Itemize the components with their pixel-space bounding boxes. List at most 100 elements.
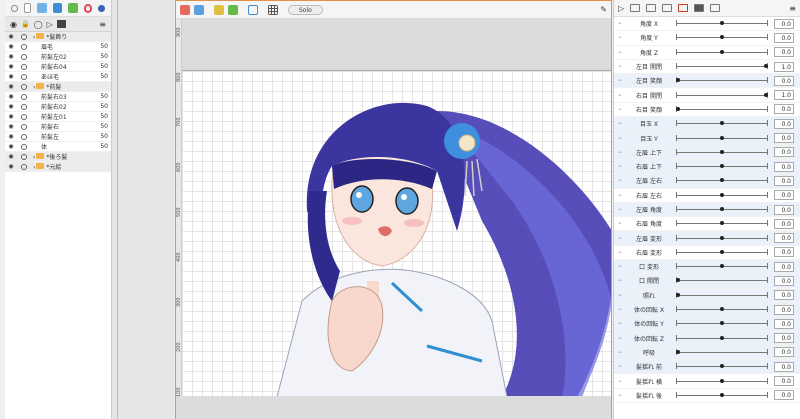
parameter-value-field[interactable]: 0.0 xyxy=(774,290,794,301)
parameter-value-field[interactable]: 0.0 xyxy=(774,233,794,244)
slider-knob[interactable] xyxy=(676,292,680,297)
mesh-icon[interactable] xyxy=(37,3,47,13)
parameter-link-icon[interactable]: ⌁ xyxy=(618,120,626,127)
parameter-slider[interactable] xyxy=(676,177,768,184)
parameter-slider[interactable] xyxy=(676,263,768,270)
slider-knob[interactable] xyxy=(720,121,724,126)
parameter-link-icon[interactable]: ⌁ xyxy=(618,163,626,170)
visibility-eye-icon[interactable]: ◉ xyxy=(7,73,15,80)
parameter-row[interactable]: ⌁ 左目 開閉 1.0 xyxy=(614,60,800,75)
parameter-value-field[interactable]: 0.0 xyxy=(774,47,794,58)
slider-knob[interactable] xyxy=(764,92,768,97)
parameter-link-icon[interactable]: ⌁ xyxy=(618,177,626,184)
parameter-link-icon[interactable]: ⌁ xyxy=(618,63,626,70)
parameter-slider[interactable] xyxy=(676,20,768,27)
parameter-slider[interactable] xyxy=(676,377,768,384)
slider-knob[interactable] xyxy=(720,192,724,197)
slider-knob[interactable] xyxy=(720,307,724,312)
slider-knob[interactable] xyxy=(720,35,724,40)
visibility-eye-icon[interactable]: ◉ xyxy=(7,63,15,70)
parameter-slider[interactable] xyxy=(676,291,768,298)
parameter-value-field[interactable]: 0.0 xyxy=(774,133,794,144)
slider-knob[interactable] xyxy=(676,78,680,83)
parameter-value-field[interactable]: 0.0 xyxy=(774,261,794,272)
lock-toggle-icon[interactable] xyxy=(21,43,27,50)
parameter-slider[interactable] xyxy=(676,206,768,212)
parameter-slider[interactable] xyxy=(676,77,768,84)
layer-row[interactable]: ◉ › *前髪 xyxy=(5,82,111,92)
parameter-link-icon[interactable]: ⌁ xyxy=(618,92,626,99)
lock-toggle-icon[interactable] xyxy=(21,123,27,130)
deform-tool-icon[interactable] xyxy=(180,4,190,15)
slider-knob[interactable] xyxy=(720,264,724,269)
canvas-view[interactable]: Solo ✎ 900 800 700 600 500 400 300 200 100 xyxy=(175,0,612,419)
parameter-row[interactable]: ⌁ 呼吸 0.0 xyxy=(614,345,800,361)
slider-knob[interactable] xyxy=(676,278,680,283)
key-right-icon[interactable] xyxy=(662,4,673,12)
parameter-value-field[interactable]: 0.0 xyxy=(774,190,794,201)
solo-button[interactable]: Solo xyxy=(288,4,323,15)
layer-row[interactable]: ◉ 前髪右 50 xyxy=(5,122,111,132)
layer-row[interactable]: ◉ 前髪右02 50 xyxy=(5,102,111,112)
slider-knob[interactable] xyxy=(720,364,724,369)
slider-knob[interactable] xyxy=(764,64,768,69)
parameter-value-field[interactable]: 0.0 xyxy=(774,75,794,86)
key-left-icon[interactable] xyxy=(630,4,641,12)
parameter-link-icon[interactable]: ⌁ xyxy=(618,392,626,399)
layer-row[interactable]: ◉ 眉毛 50 xyxy=(5,42,111,52)
panel-menu-icon[interactable]: ≡ xyxy=(99,20,106,29)
lock-toggle-icon[interactable] xyxy=(21,153,27,160)
lock-toggle-icon[interactable] xyxy=(21,103,27,110)
parameter-row[interactable]: ⌁ 角度 Y 0.0 xyxy=(614,31,800,46)
parameter-row[interactable]: ⌁ 目玉 Y 0.0 xyxy=(614,131,800,146)
parameter-value-field[interactable]: 0.0 xyxy=(774,18,794,29)
parameter-value-field[interactable]: 0.0 xyxy=(774,247,794,258)
lock-header-icon[interactable]: 🔒 xyxy=(21,20,30,28)
lock-toggle-icon[interactable] xyxy=(21,113,27,120)
slider-knob[interactable] xyxy=(720,178,724,183)
lock-toggle-icon[interactable] xyxy=(21,73,27,80)
parameter-link-icon[interactable]: ⌁ xyxy=(618,149,626,156)
lock-toggle-icon[interactable] xyxy=(21,83,27,90)
slider-knob[interactable] xyxy=(720,149,724,154)
parameter-row[interactable]: ⌁ 右眉 左右 0.0 xyxy=(614,189,800,203)
parameter-row[interactable]: ⌁ 左目 笑顔 0.0 xyxy=(614,74,800,89)
parameter-row[interactable]: ⌁ 左眉 角度 0.0 xyxy=(614,202,800,218)
parameter-value-field[interactable]: 0.0 xyxy=(774,347,794,358)
slider-knob[interactable] xyxy=(720,135,724,140)
expand-arrow-icon[interactable]: › xyxy=(33,84,35,91)
parameter-value-field[interactable]: 0.0 xyxy=(774,147,794,158)
parameter-row[interactable]: ⌁ 右目 笑顔 0.0 xyxy=(614,103,800,118)
parameter-slider[interactable] xyxy=(676,105,768,112)
parameter-link-icon[interactable]: ⌁ xyxy=(618,106,626,113)
slider-knob[interactable] xyxy=(720,249,724,254)
parameter-slider[interactable] xyxy=(676,306,768,313)
slider-knob[interactable] xyxy=(720,335,724,340)
pin-icon[interactable]: ✎ xyxy=(600,5,607,14)
slider-knob[interactable] xyxy=(720,164,724,169)
calendar-icon[interactable] xyxy=(694,4,705,12)
parameter-row[interactable]: ⌁ 右目 開閉 1.0 xyxy=(614,88,800,103)
parameter-link-icon[interactable]: ⌁ xyxy=(618,335,626,342)
lock-toggle-icon[interactable] xyxy=(21,53,27,60)
parameter-value-field[interactable]: 0.0 xyxy=(774,275,794,286)
parameter-row[interactable]: ⌁ 左眉 左右 0.0 xyxy=(614,174,800,189)
visibility-eye-icon[interactable]: ◉ xyxy=(7,123,15,130)
parameter-link-icon[interactable]: ⌁ xyxy=(618,220,626,227)
parameter-slider[interactable] xyxy=(676,363,768,370)
slider-knob[interactable] xyxy=(720,321,724,326)
parameter-value-field[interactable]: 0.0 xyxy=(774,204,794,215)
panel-toggle-icon[interactable] xyxy=(56,20,66,28)
visibility-eye-icon[interactable]: ◉ xyxy=(7,103,15,110)
parameter-link-icon[interactable]: ⌁ xyxy=(618,77,626,84)
parameter-slider[interactable] xyxy=(676,63,768,70)
mesh-color-icon[interactable] xyxy=(214,4,224,15)
visibility-eye-icon[interactable]: ◉ xyxy=(7,153,15,160)
graph-icon[interactable] xyxy=(678,4,689,12)
slider-knob[interactable] xyxy=(676,349,680,354)
parameter-value-field[interactable]: 0.0 xyxy=(774,376,794,387)
key-center-icon[interactable] xyxy=(646,4,657,12)
parameter-row[interactable]: ⌁ 角度 X 0.0 xyxy=(614,17,800,32)
parameter-link-icon[interactable]: ⌁ xyxy=(618,378,626,385)
layer-row[interactable]: ◉ 前髪左 50 xyxy=(5,132,111,142)
